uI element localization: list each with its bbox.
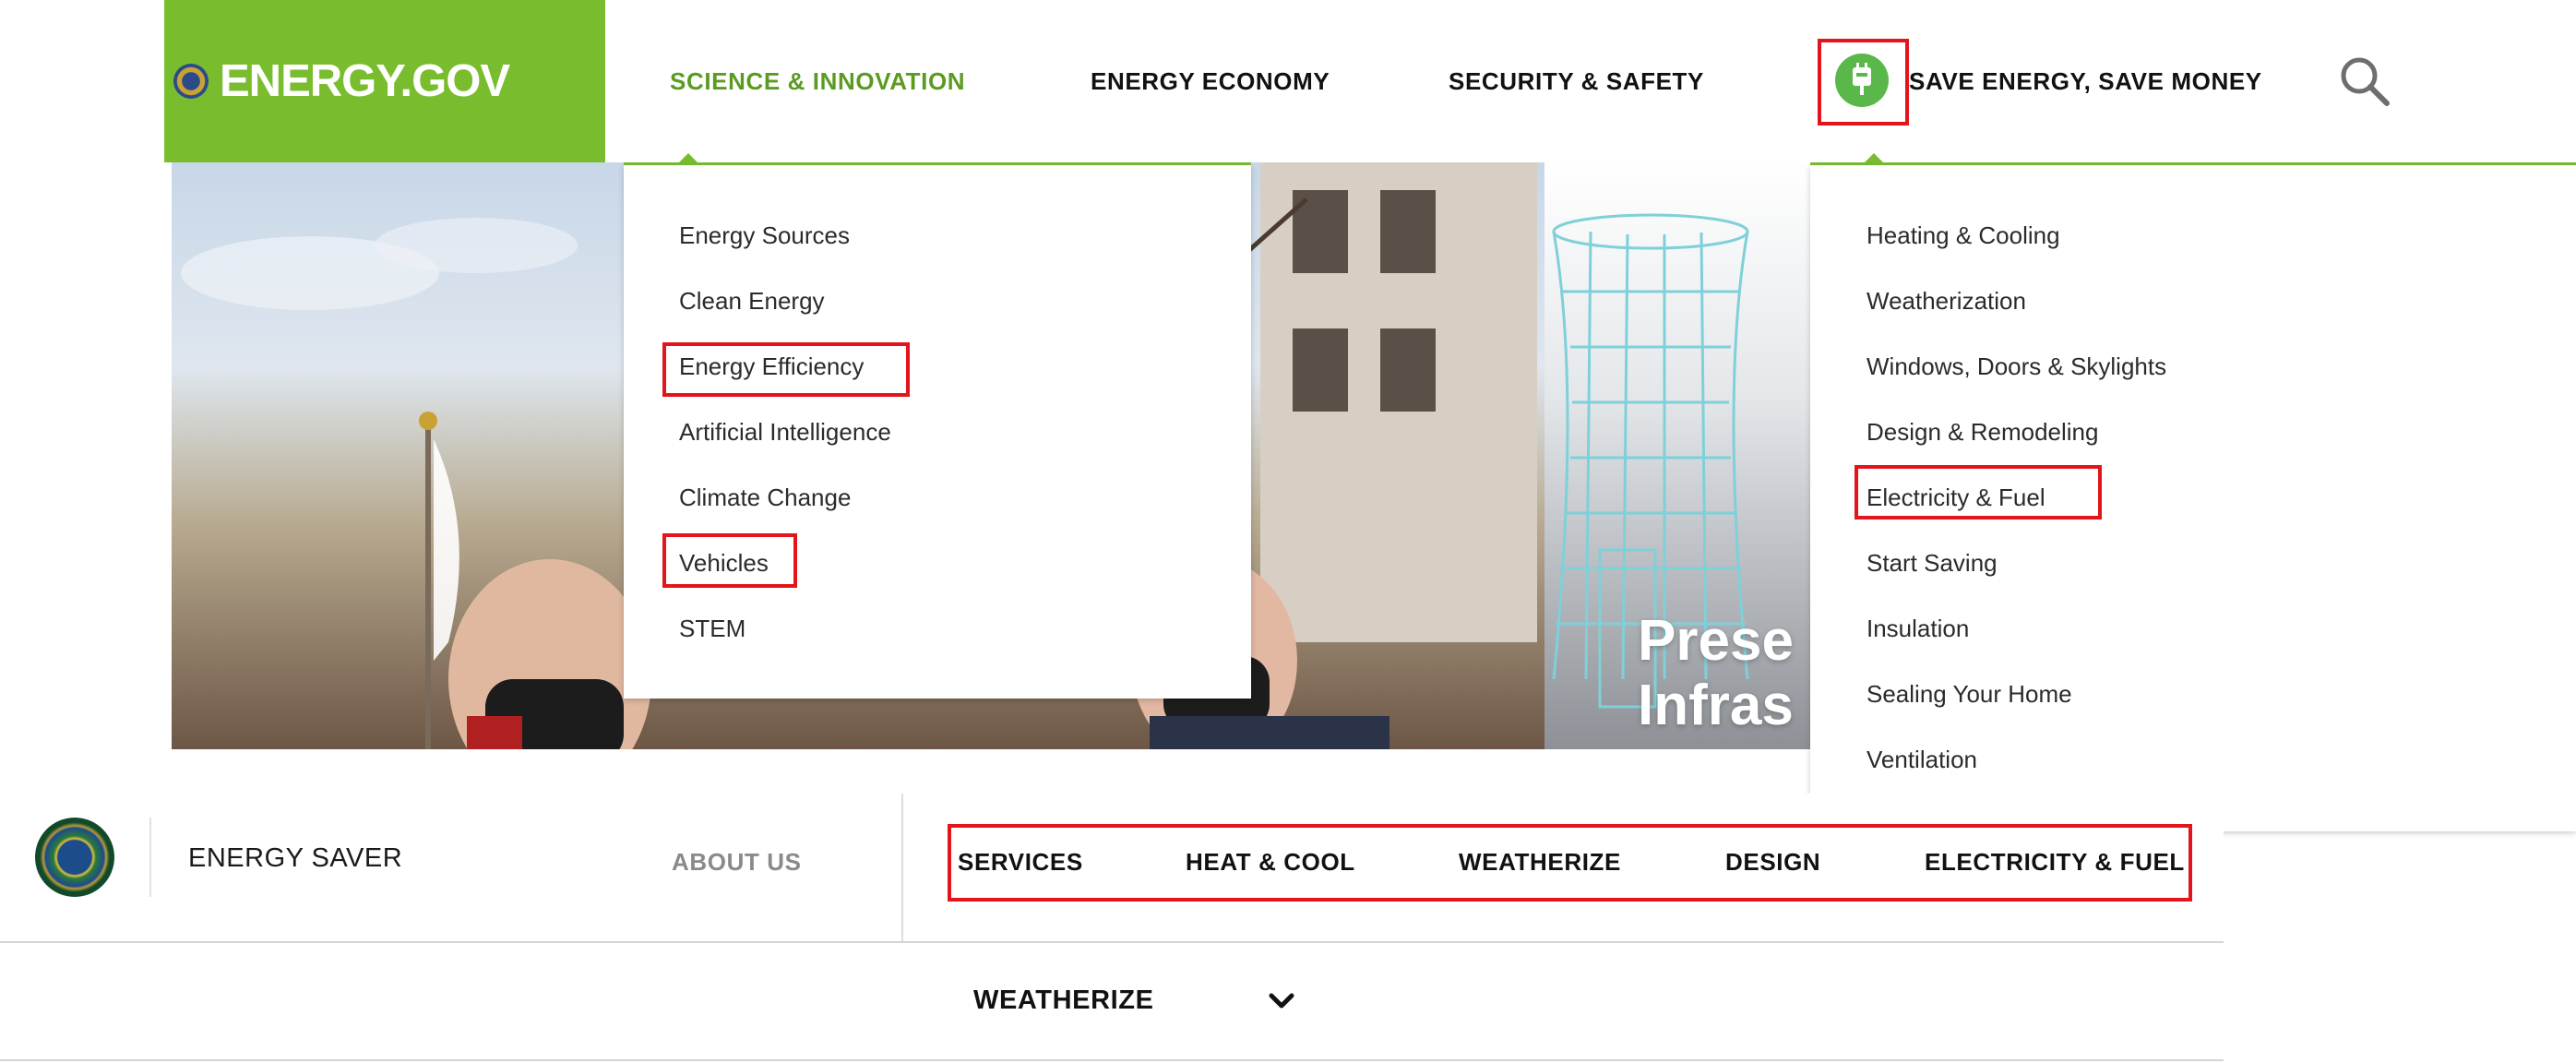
- menu-item-sealing-your-home[interactable]: Sealing Your Home: [1866, 675, 2072, 712]
- science-innovation-dropdown: Energy Sources Clean Energy Energy Effic…: [624, 165, 1251, 699]
- chevron-down-icon[interactable]: [1266, 985, 1297, 1017]
- saver-divider: [149, 818, 151, 897]
- highlight-plug-icon: [1818, 39, 1909, 125]
- selector-bottom-rule: [0, 1059, 2224, 1061]
- nav-science-innovation[interactable]: SCIENCE & INNOVATION: [670, 54, 965, 109]
- highlight-vehicles: [662, 533, 797, 588]
- section-selector-label[interactable]: WEATHERIZE: [973, 982, 1154, 1019]
- logo-text: ENERGY.GOV: [220, 56, 510, 106]
- nav-energy-economy[interactable]: ENERGY ECONOMY: [1091, 54, 1330, 109]
- menu-item-heating-cooling[interactable]: Heating & Cooling: [1866, 217, 2060, 254]
- about-us-link[interactable]: ABOUT US: [672, 843, 802, 880]
- energy-gov-logo[interactable]: ENERGY.GOV: [164, 0, 605, 162]
- menu-item-artificial-intelligence[interactable]: Artificial Intelligence: [679, 413, 891, 450]
- menu-item-climate-change[interactable]: Climate Change: [679, 479, 851, 516]
- menu-item-design-remodeling[interactable]: Design & Remodeling: [1866, 413, 2098, 450]
- nav-save-energy-save-money[interactable]: SAVE ENERGY, SAVE MONEY: [1909, 54, 2262, 109]
- science-menu-caret: [678, 153, 698, 163]
- menu-item-ventilation[interactable]: Ventilation: [1866, 741, 1977, 778]
- menu-item-energy-sources[interactable]: Energy Sources: [679, 217, 850, 254]
- doe-seal-icon: [173, 64, 209, 99]
- menu-item-weatherization[interactable]: Weatherization: [1866, 282, 2026, 319]
- highlight-energy-efficiency: [662, 342, 910, 397]
- menu-item-stem[interactable]: STEM: [679, 610, 745, 647]
- menu-item-clean-energy[interactable]: Clean Energy: [679, 282, 825, 319]
- hero-headline-line2: Infras: [1638, 674, 1794, 737]
- menu-item-insulation[interactable]: Insulation: [1866, 610, 1969, 647]
- hero-headline[interactable]: Prese Infras: [1638, 609, 1794, 738]
- highlight-electricity-fuel: [1854, 465, 2102, 520]
- nav-security-safety[interactable]: SECURITY & SAFETY: [1449, 54, 1704, 109]
- saver-bottom-rule: [0, 941, 2224, 943]
- hero-headline-line1: Prese: [1638, 609, 1794, 673]
- menu-item-start-saving[interactable]: Start Saving: [1866, 544, 1998, 581]
- menu-item-windows-doors-skylights[interactable]: Windows, Doors & Skylights: [1866, 348, 2166, 385]
- search-icon[interactable]: [2339, 55, 2391, 107]
- save-menu-caret: [1864, 153, 1884, 163]
- highlight-saver-nav: [948, 824, 2192, 902]
- doe-seal-icon[interactable]: [35, 818, 114, 897]
- energy-saver-title[interactable]: ENERGY SAVER: [188, 840, 402, 877]
- saver-nav-separator: [901, 794, 903, 941]
